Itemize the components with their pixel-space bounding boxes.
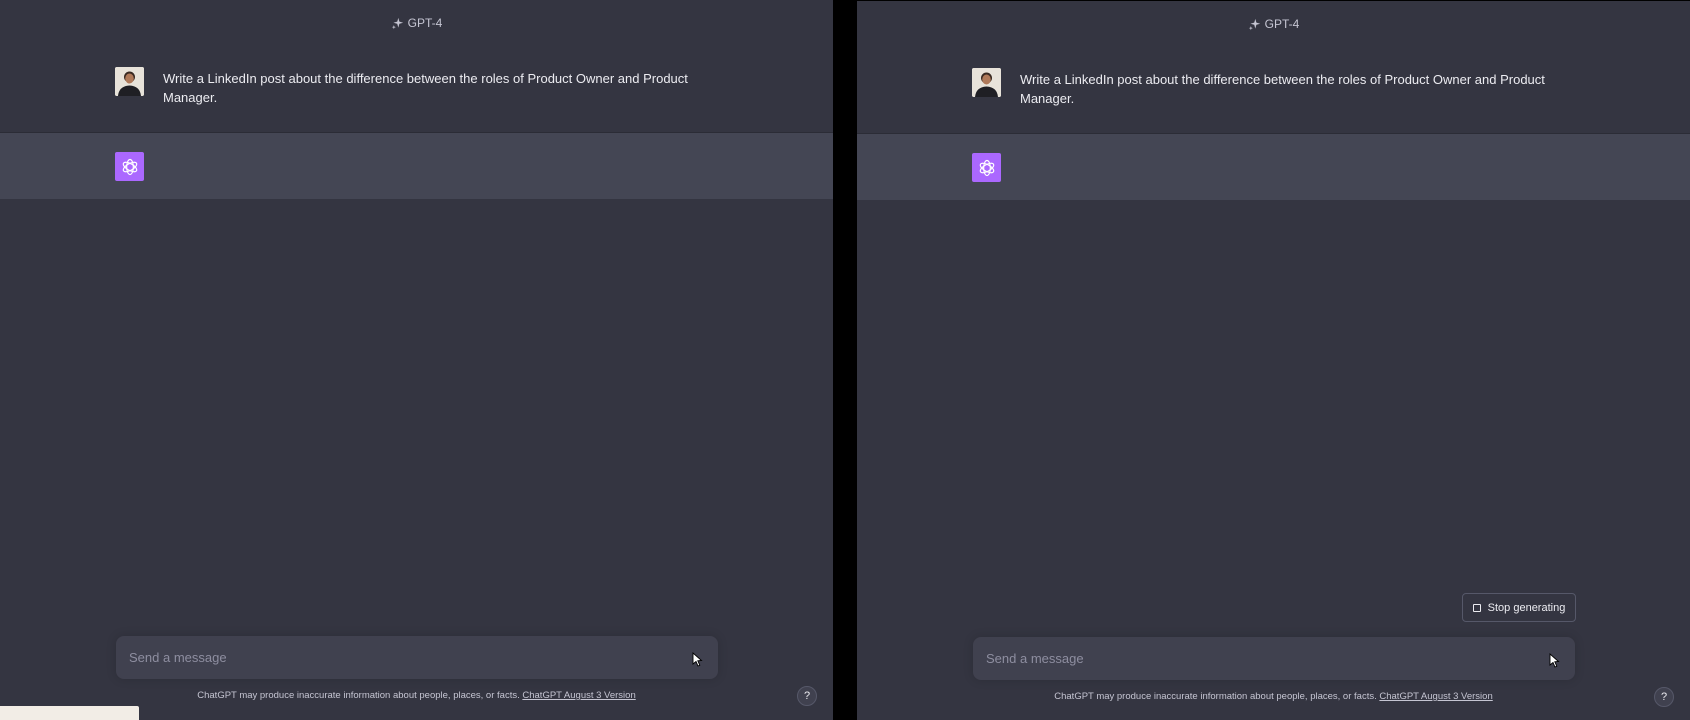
assistant-message-row (857, 134, 1690, 200)
version-link[interactable]: ChatGPT August 3 Version (1379, 691, 1492, 702)
sparkle-icon (1248, 18, 1260, 30)
disclaimer-text: ChatGPT may produce inaccurate informati… (197, 690, 520, 701)
user-message-row: Write a LinkedIn post about the differen… (857, 53, 1690, 134)
model-selector[interactable]: GPT-4 (0, 16, 833, 30)
chat-panel-left: GPT-4 Write a LinkedIn post about the di… (0, 0, 833, 720)
user-message-row: Write a LinkedIn post about the differen… (0, 52, 833, 133)
mouse-cursor-icon (1549, 653, 1560, 668)
help-icon: ? (1660, 691, 1668, 703)
mouse-cursor-icon (692, 652, 703, 667)
comparison-stage: GPT-4 Write a LinkedIn post about the di… (0, 0, 1690, 720)
chat-panel-right: GPT-4 Write a LinkedIn post about the di… (857, 1, 1690, 720)
user-avatar (972, 68, 1001, 97)
overlay-tab (0, 706, 139, 720)
disclaimer: ChatGPT may produce inaccurate informati… (857, 691, 1690, 702)
openai-logo-icon (972, 153, 1001, 182)
version-link[interactable]: ChatGPT August 3 Version (522, 690, 635, 701)
user-message-text: Write a LinkedIn post about the differen… (163, 71, 688, 105)
openai-logo-icon (115, 152, 144, 181)
disclaimer: ChatGPT may produce inaccurate informati… (0, 690, 833, 701)
user-avatar-icon (115, 67, 144, 96)
message-input[interactable] (129, 636, 669, 679)
user-avatar-icon (972, 68, 1001, 97)
user-message-text: Write a LinkedIn post about the differen… (1020, 72, 1545, 106)
help-button[interactable]: ? (1654, 687, 1674, 707)
help-button[interactable]: ? (797, 686, 817, 706)
model-label: GPT-4 (407, 16, 443, 30)
sparkle-icon (391, 17, 403, 29)
message-composer[interactable] (973, 637, 1575, 680)
model-selector[interactable]: GPT-4 (857, 17, 1690, 31)
stop-square-icon (1472, 603, 1481, 612)
message-input[interactable] (986, 637, 1526, 680)
user-avatar (115, 67, 144, 96)
model-label: GPT-4 (1264, 17, 1300, 31)
stop-generating-button[interactable]: Stop generating (1462, 593, 1576, 622)
disclaimer-text: ChatGPT may produce inaccurate informati… (1054, 691, 1377, 702)
assistant-message-row (0, 133, 833, 199)
stop-generating-label: Stop generating (1487, 601, 1566, 614)
message-composer[interactable] (116, 636, 718, 679)
help-icon: ? (803, 690, 811, 702)
